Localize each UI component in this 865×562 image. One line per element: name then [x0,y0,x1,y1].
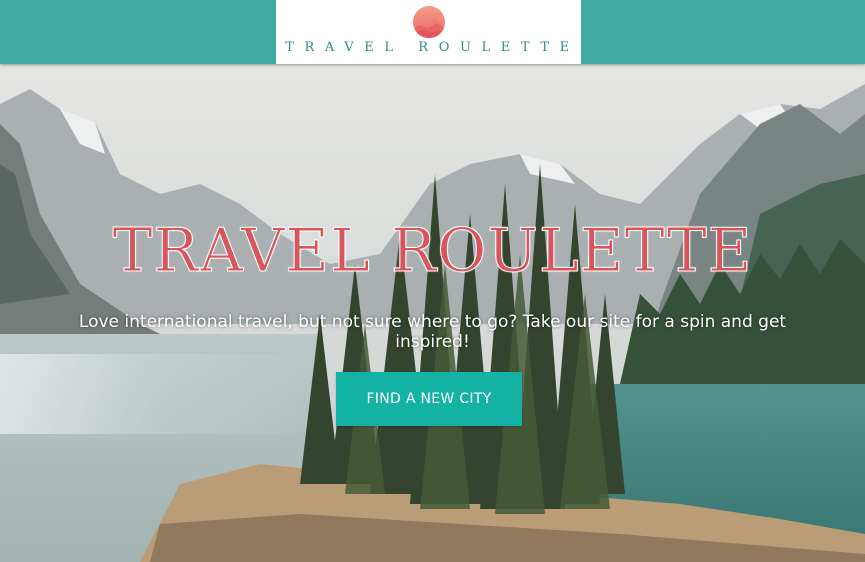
hero-subtitle: Love international travel, but not sure … [78,312,787,352]
top-navbar: TRAVEL ROULETTE [0,0,865,64]
hero-section: TRAVEL ROULETTE Love international trave… [0,64,865,562]
find-new-city-button[interactable]: FIND A NEW CITY [336,372,522,426]
logo-text: TRAVEL ROULETTE [285,40,580,55]
hero-title: TRAVEL ROULETTE [112,216,753,287]
sunset-mountain-logo-icon [413,6,445,38]
site-logo[interactable]: TRAVEL ROULETTE [276,0,581,64]
